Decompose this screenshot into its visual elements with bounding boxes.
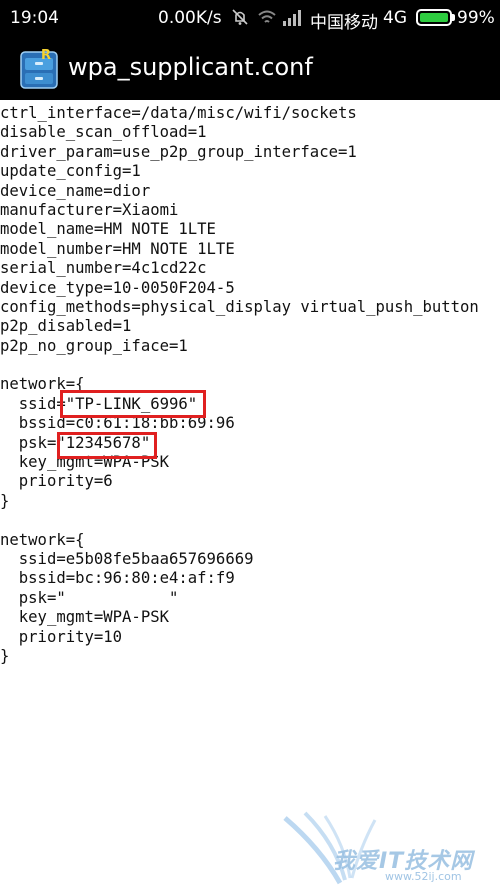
battery-icon — [416, 9, 452, 26]
file-line: ctrl_interface=/data/misc/wifi/sockets — [0, 104, 357, 122]
file-line: device_name=dior — [0, 181, 151, 200]
file-content[interactable]: ctrl_interface=/data/misc/wifi/sockets di… — [0, 104, 500, 666]
battery-percent: 99% — [457, 8, 495, 28]
network-type: 4G — [383, 8, 407, 28]
file-line — [0, 356, 500, 375]
file-line: } — [0, 646, 10, 665]
file-line: config_methods=physical_display virtual_… — [0, 297, 479, 316]
file-line: device_type=10-0050F204-5 — [0, 278, 235, 297]
file-line: psk=" " — [0, 588, 179, 607]
mute-icon — [232, 9, 248, 25]
status-bar: 19:04 0.00K/s 中国移动 4G 99% — [0, 0, 500, 36]
file-line: psk="12345678" — [0, 433, 151, 452]
status-time: 19:04 — [10, 8, 59, 28]
network-speed: 0.00K/s — [158, 8, 222, 28]
file-line: priority=6 — [0, 472, 113, 491]
file-line: disable_scan_offload=1 — [0, 123, 207, 142]
file-line: } — [0, 491, 10, 510]
file-line: network={ — [0, 375, 85, 394]
signal-icon — [283, 10, 301, 26]
file-line: network={ — [0, 530, 85, 549]
battery-terminal — [452, 14, 455, 21]
file-line: update_config=1 — [0, 162, 141, 181]
page-title: wpa_supplicant.conf — [68, 53, 313, 81]
root-explorer-app-icon[interactable]: R — [20, 47, 58, 89]
svg-text:R: R — [41, 48, 51, 63]
file-line: driver_param=use_p2p_group_interface=1 — [0, 142, 357, 161]
app-bar: R wpa_supplicant.conf — [0, 36, 500, 100]
file-line — [0, 511, 500, 530]
watermark-url: www.52ij.com — [385, 870, 462, 883]
file-line: serial_number=4c1cd22c — [0, 259, 207, 278]
file-line: p2p_no_group_iface=1 — [0, 336, 188, 355]
file-line: model_number=HM NOTE 1LTE — [0, 239, 235, 258]
file-line: ssid=e5b08fe5baa657696669 — [0, 549, 254, 568]
battery-fill — [420, 13, 448, 22]
file-line: priority=10 — [0, 627, 123, 646]
file-line: bssid=c0:61:18:bb:69:96 — [0, 414, 235, 433]
file-line: bssid=bc:96:80:e4:af:f9 — [0, 569, 235, 588]
file-line: p2p_disabled=1 — [0, 317, 132, 336]
file-line: key_mgmt=WPA-PSK — [0, 608, 169, 627]
file-line: manufacturer=Xiaomi — [0, 200, 179, 219]
wifi-icon — [258, 10, 276, 23]
file-line: key_mgmt=WPA-PSK — [0, 453, 169, 472]
file-line: model_name=HM NOTE 1LTE — [0, 220, 216, 239]
file-line: ssid="TP-LINK_6996" — [0, 394, 198, 413]
carrier-name: 中国移动 — [310, 13, 378, 33]
